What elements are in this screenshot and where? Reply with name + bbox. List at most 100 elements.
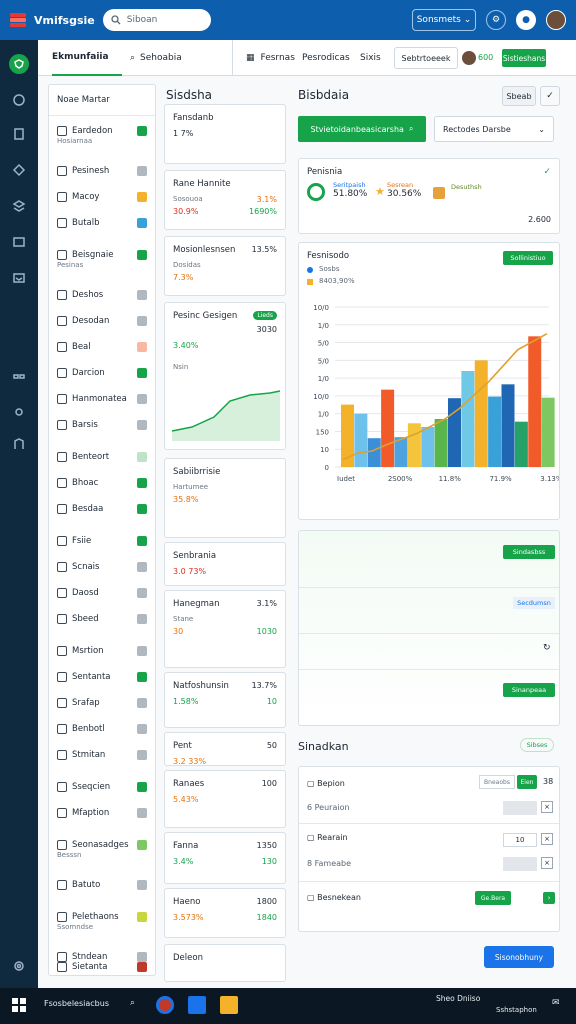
list-item[interactable]: Sietanta (49, 955, 155, 979)
browser-icon[interactable] (156, 996, 174, 1014)
refresh-icon[interactable]: ↻ (543, 643, 551, 653)
image-icon[interactable] (11, 234, 27, 250)
chart-panel-button[interactable]: Sollinistiuo (503, 251, 553, 265)
x-tick-label: Iudet (337, 475, 355, 483)
form-input[interactable]: 10 (503, 833, 537, 847)
tag-icon[interactable] (11, 162, 27, 178)
list-item[interactable]: Msrtion (49, 639, 155, 663)
list-item[interactable]: Beal (49, 335, 155, 359)
form-chip-button[interactable]: Eien (517, 775, 537, 789)
top-button[interactable]: Sbeab (502, 86, 536, 106)
section3-tag[interactable]: Sibses (520, 738, 554, 752)
metric-card[interactable]: Hanegman Stane 30 3.1% 1030 (164, 590, 286, 668)
notification-icon[interactable]: ✉ (552, 998, 560, 1008)
close-icon[interactable]: × (541, 801, 553, 813)
item-icon (57, 962, 67, 972)
action-button-1[interactable]: Sindasbss (503, 545, 555, 559)
building-icon[interactable] (11, 436, 27, 452)
list-item[interactable]: Darcion (49, 361, 155, 385)
gear-icon[interactable] (11, 404, 27, 420)
form-input[interactable]: Bneaobs (479, 775, 515, 789)
toolbar-select[interactable]: Sebtrtoeeek (394, 47, 458, 69)
windows-icon[interactable] (12, 998, 26, 1012)
list-item[interactable]: Daosd (49, 581, 155, 605)
divider (299, 881, 559, 882)
list-item[interactable]: Besdaa (49, 497, 155, 521)
metric-card[interactable]: Deleon (164, 944, 286, 982)
list-item[interactable]: Stmitan (49, 743, 155, 767)
metric-card[interactable]: Pesinc Gesigen Lieds 3030 3.40% Nsin (164, 302, 286, 450)
shield-icon[interactable] (9, 54, 29, 74)
list-item[interactable]: Sseqcien (49, 775, 155, 799)
layers-icon[interactable] (11, 198, 27, 214)
metric-card[interactable]: Natfoshunsin 1.58% 13.7% 10 (164, 672, 286, 728)
list-item[interactable]: Pesinesh (49, 159, 155, 183)
toolbar-green-button[interactable]: Sistieshans (502, 49, 546, 67)
list-item[interactable]: Mfaption (49, 801, 155, 825)
search-icon[interactable]: ⌕ (130, 998, 135, 1008)
check-icon[interactable]: ✓ (540, 86, 560, 106)
metric-card[interactable]: Senbrania 3.0 73% (164, 542, 286, 586)
app-icon[interactable] (188, 996, 206, 1014)
settings-icon[interactable]: ⚙ (486, 10, 506, 30)
link-chip[interactable]: Secdumsn (513, 597, 555, 609)
toolbar-label: Sixis (360, 53, 381, 63)
toolbar-item-fesrnas[interactable]: ▦ Fesrnas (246, 40, 295, 76)
toolbar-item-sixis[interactable]: Sixis (360, 40, 381, 76)
dropdown[interactable]: Rectodes Darsbe ⌄ (434, 116, 554, 142)
metric-card[interactable]: Rane Hannite Sosouoa 30.9% 3.1% 1690% (164, 170, 286, 230)
avatar[interactable] (546, 10, 566, 30)
list-item[interactable]: Benbotl (49, 717, 155, 741)
expand-icon[interactable]: ✓ (543, 167, 551, 177)
form-input[interactable] (503, 801, 537, 815)
chevron-right-icon[interactable]: › (543, 892, 555, 904)
list-item[interactable]: Fsiie (49, 529, 155, 553)
list-item[interactable]: Butalb (49, 211, 155, 235)
chat-icon[interactable]: ● (516, 10, 536, 30)
form-row-button[interactable]: Ge.Bera (475, 891, 511, 905)
toolbar-item-pesrodicas[interactable]: Pesrodicas (302, 40, 350, 76)
list-item[interactable]: Scnais (49, 555, 155, 579)
status-badge (137, 808, 147, 818)
action-button-2[interactable]: Sinanpeaa (503, 683, 555, 697)
list-item[interactable]: Benteort (49, 445, 155, 469)
metric-card[interactable]: Fanna 3.4% 1350 130 (164, 832, 286, 884)
list-item[interactable]: Sbeed (49, 607, 155, 631)
list-item[interactable]: Macoy (49, 185, 155, 209)
list-item[interactable]: Srafap (49, 691, 155, 715)
status-badge (137, 698, 147, 708)
metric-card[interactable]: Sabiibrrisie Hartumee 35.8% (164, 458, 286, 538)
tab-ekmunfaiia[interactable]: Ekmunfaiia (52, 40, 122, 76)
list-item[interactable]: Hanmonatea (49, 387, 155, 411)
primary-button[interactable]: Sisonobhuny (484, 946, 554, 968)
list-item[interactable]: Bhoac (49, 471, 155, 495)
list-item[interactable]: Deshos (49, 283, 155, 307)
metric-card[interactable]: Haeno 3.573% 1800 1840 (164, 888, 286, 938)
folder-icon[interactable] (220, 996, 238, 1014)
list-item[interactable]: Barsis (49, 413, 155, 437)
green-action-bar[interactable]: Stvietoidanbeasicarsha ⌕ (298, 116, 426, 142)
metric-card[interactable]: Fansdanb 1 7% (164, 104, 286, 164)
legend-dot (307, 267, 313, 273)
refresh-icon[interactable] (11, 92, 27, 108)
summary-panel: Penisnia ✓ Seritpaish 51.80% ★ Sesrean 3… (298, 158, 560, 234)
metric-card[interactable]: Ranaes 5.43% 100 (164, 770, 286, 828)
metric-card[interactable]: Mosionlesnsen Dosidas 7.3% 13.5% (164, 236, 286, 296)
close-icon[interactable]: × (541, 833, 553, 845)
taskbar-search-text[interactable]: Fsosbelesiacbus (44, 999, 109, 1008)
inbox-icon[interactable] (11, 270, 27, 286)
chart-bar (541, 397, 555, 467)
sonsmets-button[interactable]: Sonsmets ⌄ (412, 9, 476, 31)
settings-gear-icon[interactable] (11, 958, 27, 974)
list-item[interactable]: Desodan (49, 309, 155, 333)
status-badge (137, 166, 147, 176)
grid-icon[interactable] (11, 370, 27, 386)
metric-card[interactable]: Pent 3.2 33% 50 (164, 732, 286, 766)
list-item[interactable]: Sentanta (49, 665, 155, 689)
form-input[interactable] (503, 857, 537, 871)
search-input[interactable]: Siboan (102, 9, 211, 31)
close-icon[interactable]: × (541, 857, 553, 869)
document-icon[interactable] (11, 126, 27, 142)
list-item[interactable]: Batuto (49, 873, 155, 897)
tab-sehoabia[interactable]: ⌕ Sehoabia (130, 40, 196, 76)
